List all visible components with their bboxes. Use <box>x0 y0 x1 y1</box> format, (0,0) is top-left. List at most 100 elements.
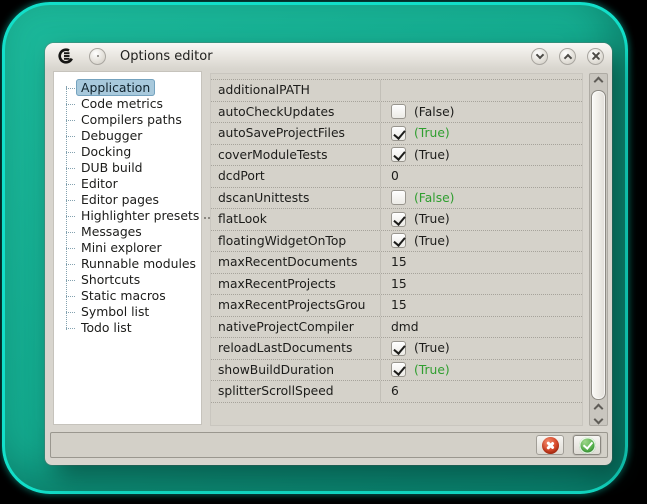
sidebar-item-mini-explorer[interactable]: Mini explorer <box>54 240 201 256</box>
titlebar[interactable]: Options editor <box>45 43 612 69</box>
checkbox[interactable] <box>391 147 406 162</box>
sidebar-item-symbol-list[interactable]: Symbol list <box>54 304 201 320</box>
sidebar-item-label: Docking <box>76 143 136 160</box>
property-value-cell[interactable]: (False) <box>381 102 582 123</box>
property-value: dmd <box>391 320 419 334</box>
vertical-scrollbar[interactable] <box>589 73 608 426</box>
property-value-cell[interactable]: (True) <box>381 231 582 252</box>
cancel-icon <box>542 437 559 454</box>
property-value: 0 <box>391 169 399 183</box>
sidebar-item-label: Highlighter presets <box>76 207 202 224</box>
sidebar-item-shortcuts[interactable]: Shortcuts <box>54 272 201 288</box>
property-value-cell[interactable]: (True) <box>381 123 582 144</box>
property-value: (True) <box>414 212 450 226</box>
sidebar-item-editor[interactable]: Editor <box>54 176 201 192</box>
property-value-cell[interactable]: 15 <box>381 295 582 316</box>
category-tree: Application Code metrics Compilers paths… <box>54 72 201 336</box>
property-value-cell[interactable]: 15 <box>381 274 582 295</box>
close-button[interactable] <box>587 48 604 65</box>
property-value-cell[interactable]: 15 <box>381 252 582 273</box>
property-row: splitterScrollSpeed 6 <box>211 381 582 403</box>
property-name: splitterScrollSpeed <box>211 381 381 402</box>
property-value: (True) <box>414 126 450 140</box>
sidebar-item-debugger[interactable]: Debugger <box>54 128 201 144</box>
property-row: dscanUnittests (False) <box>211 188 582 210</box>
sidebar-item-label: Code metrics <box>76 95 168 112</box>
property-row: coverModuleTests (True) <box>211 145 582 167</box>
sidebar-item-label: Shortcuts <box>76 271 145 288</box>
property-value-cell[interactable]: (True) <box>381 209 582 230</box>
property-value-cell[interactable] <box>381 80 582 101</box>
sidebar-item-label: Static macros <box>76 287 171 304</box>
property-value-cell[interactable]: (False) <box>381 188 582 209</box>
unshade-button[interactable] <box>559 48 576 65</box>
sidebar-item-compilers-paths[interactable]: Compilers paths <box>54 112 201 128</box>
sidebar-item-todo-list[interactable]: Todo list <box>54 320 201 336</box>
property-row: additionalPATH <box>211 80 582 102</box>
sidebar-item-runnable-modules[interactable]: Runnable modules <box>54 256 201 272</box>
sidebar-item-label: DUB build <box>76 159 148 176</box>
sidebar-item-highlighter-presets[interactable]: Highlighter presets <box>54 208 201 224</box>
sidebar-item-label: Editor pages <box>76 191 164 208</box>
property-name: maxRecentProjectsGrou <box>211 295 381 316</box>
sidebar-item-docking[interactable]: Docking <box>54 144 201 160</box>
coedit-logo-icon <box>57 47 75 65</box>
checkbox[interactable] <box>391 341 406 356</box>
property-value-cell[interactable]: (True) <box>381 338 582 359</box>
sidebar-item-label: Runnable modules <box>76 255 201 272</box>
property-value: 15 <box>391 277 407 291</box>
window-controls <box>531 48 604 65</box>
scroll-up-button[interactable] <box>590 78 607 85</box>
chevron-up-icon <box>563 53 571 61</box>
property-name: additionalPATH <box>211 80 381 101</box>
chevron-down-icon <box>535 50 543 58</box>
property-row: dcdPort 0 <box>211 166 582 188</box>
property-value-cell[interactable]: (True) <box>381 360 582 381</box>
desktop-background: Options editor Application Code metrics … <box>2 2 628 494</box>
checkbox[interactable] <box>391 104 406 119</box>
cancel-button[interactable] <box>536 435 564 455</box>
sidebar-item-label: Editor <box>76 175 123 192</box>
checkbox[interactable] <box>391 212 406 227</box>
property-row: maxRecentDocuments 15 <box>211 252 582 274</box>
checkbox[interactable] <box>391 126 406 141</box>
property-value-cell[interactable]: 6 <box>381 381 582 402</box>
property-name: floatingWidgetOnTop <box>211 231 381 252</box>
sidebar-item-editor-pages[interactable]: Editor pages <box>54 192 201 208</box>
property-value: (True) <box>414 234 450 248</box>
window-menu-button[interactable] <box>89 48 106 65</box>
splitter-handle[interactable] <box>204 217 206 219</box>
property-row: autoSaveProjectFiles (True) <box>211 123 582 145</box>
property-value: 6 <box>391 384 399 398</box>
sidebar-item-label: Mini explorer <box>76 239 167 256</box>
sidebar-item-label: Application <box>76 79 155 96</box>
checkbox[interactable] <box>391 362 406 377</box>
scroll-down-button[interactable] <box>590 416 607 423</box>
sidebar-item-application[interactable]: Application <box>54 80 201 96</box>
property-name: maxRecentDocuments <box>211 252 381 273</box>
property-value-cell[interactable]: 0 <box>381 166 582 187</box>
accept-button[interactable] <box>573 435 601 455</box>
property-value: (True) <box>414 148 450 162</box>
property-value-cell[interactable]: dmd <box>381 317 582 338</box>
property-value: 15 <box>391 298 407 312</box>
property-value-cell[interactable]: (True) <box>381 145 582 166</box>
sidebar-item-messages[interactable]: Messages <box>54 224 201 240</box>
shade-button[interactable] <box>531 48 548 65</box>
checkbox[interactable] <box>391 233 406 248</box>
property-value: (False) <box>414 191 454 205</box>
chevron-down-icon <box>594 415 604 425</box>
property-value: (True) <box>414 363 450 377</box>
property-row: showBuildDuration (True) <box>211 360 582 382</box>
scrollbar-thumb[interactable] <box>591 90 606 400</box>
sidebar-item-static-macros[interactable]: Static macros <box>54 288 201 304</box>
window-title: Options editor <box>120 49 213 64</box>
sidebar-item-label: Compilers paths <box>76 111 187 128</box>
chevron-up-icon <box>594 404 604 414</box>
property-name: autoCheckUpdates <box>211 102 381 123</box>
scroll-up-button-bottom[interactable] <box>590 405 607 412</box>
sidebar-item-dub-build[interactable]: DUB build <box>54 160 201 176</box>
checkbox[interactable] <box>391 190 406 205</box>
sidebar-item-code-metrics[interactable]: Code metrics <box>54 96 201 112</box>
statusbar <box>50 432 608 458</box>
